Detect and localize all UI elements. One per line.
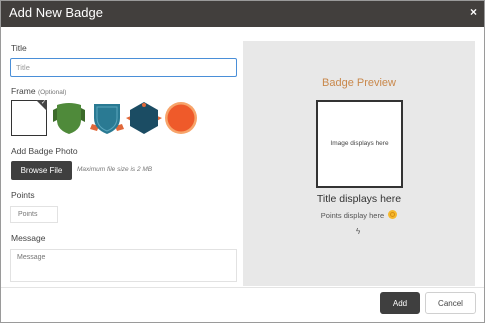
dialog-titlebar: Add New Badge × (1, 1, 484, 27)
add-button[interactable]: Add (380, 292, 420, 314)
frame-option-orange-circle[interactable] (163, 100, 199, 136)
message-label: Message (11, 233, 46, 243)
teal-shield-frame-icon (90, 104, 124, 134)
selected-check-icon: ✓ (36, 100, 47, 111)
preview-image-placeholder: Image displays here (330, 140, 389, 147)
footer-divider (1, 287, 484, 288)
green-shield-frame-icon (53, 103, 85, 134)
preview-image-box: Image displays here (316, 100, 403, 188)
preview-points-row: Points display here (243, 210, 475, 220)
file-size-hint: Maximum file size is 2 MB (77, 166, 153, 173)
lightning-icon: ϟ (356, 227, 361, 236)
frame-option-green-shield[interactable] (51, 100, 87, 136)
preview-title-placeholder: Title displays here (316, 193, 402, 205)
coin-icon (388, 210, 398, 219)
orange-circle-frame-icon (165, 102, 197, 134)
frame-optional-text: (Optional) (37, 89, 67, 96)
photo-label: Add Badge Photo (11, 146, 78, 156)
badge-preview-panel: Badge Preview Image displays here Title … (243, 41, 475, 286)
navy-hexagon-frame-icon (126, 102, 162, 134)
frame-label: Frame (Optional) (11, 86, 66, 96)
cancel-button[interactable]: Cancel (425, 292, 476, 314)
title-label: Title (11, 43, 27, 53)
preview-points-placeholder: Points display here (320, 211, 385, 220)
close-icon[interactable]: × (470, 6, 477, 18)
points-input[interactable] (10, 206, 58, 223)
message-input[interactable] (10, 249, 237, 282)
points-label: Points (11, 190, 35, 200)
dialog-title: Add New Badge (9, 5, 103, 20)
title-input[interactable] (10, 58, 237, 77)
preview-heading: Badge Preview (322, 77, 396, 89)
frame-option-navy-hexagon[interactable] (126, 100, 162, 136)
frame-option-none[interactable]: ✓ (11, 100, 47, 136)
add-badge-dialog: Add New Badge × Title Frame (Optional) ✓ (0, 0, 485, 323)
frame-label-text: Frame (11, 86, 36, 96)
frame-option-teal-shield[interactable] (89, 100, 125, 136)
browse-file-button[interactable]: Browse File (11, 161, 72, 180)
